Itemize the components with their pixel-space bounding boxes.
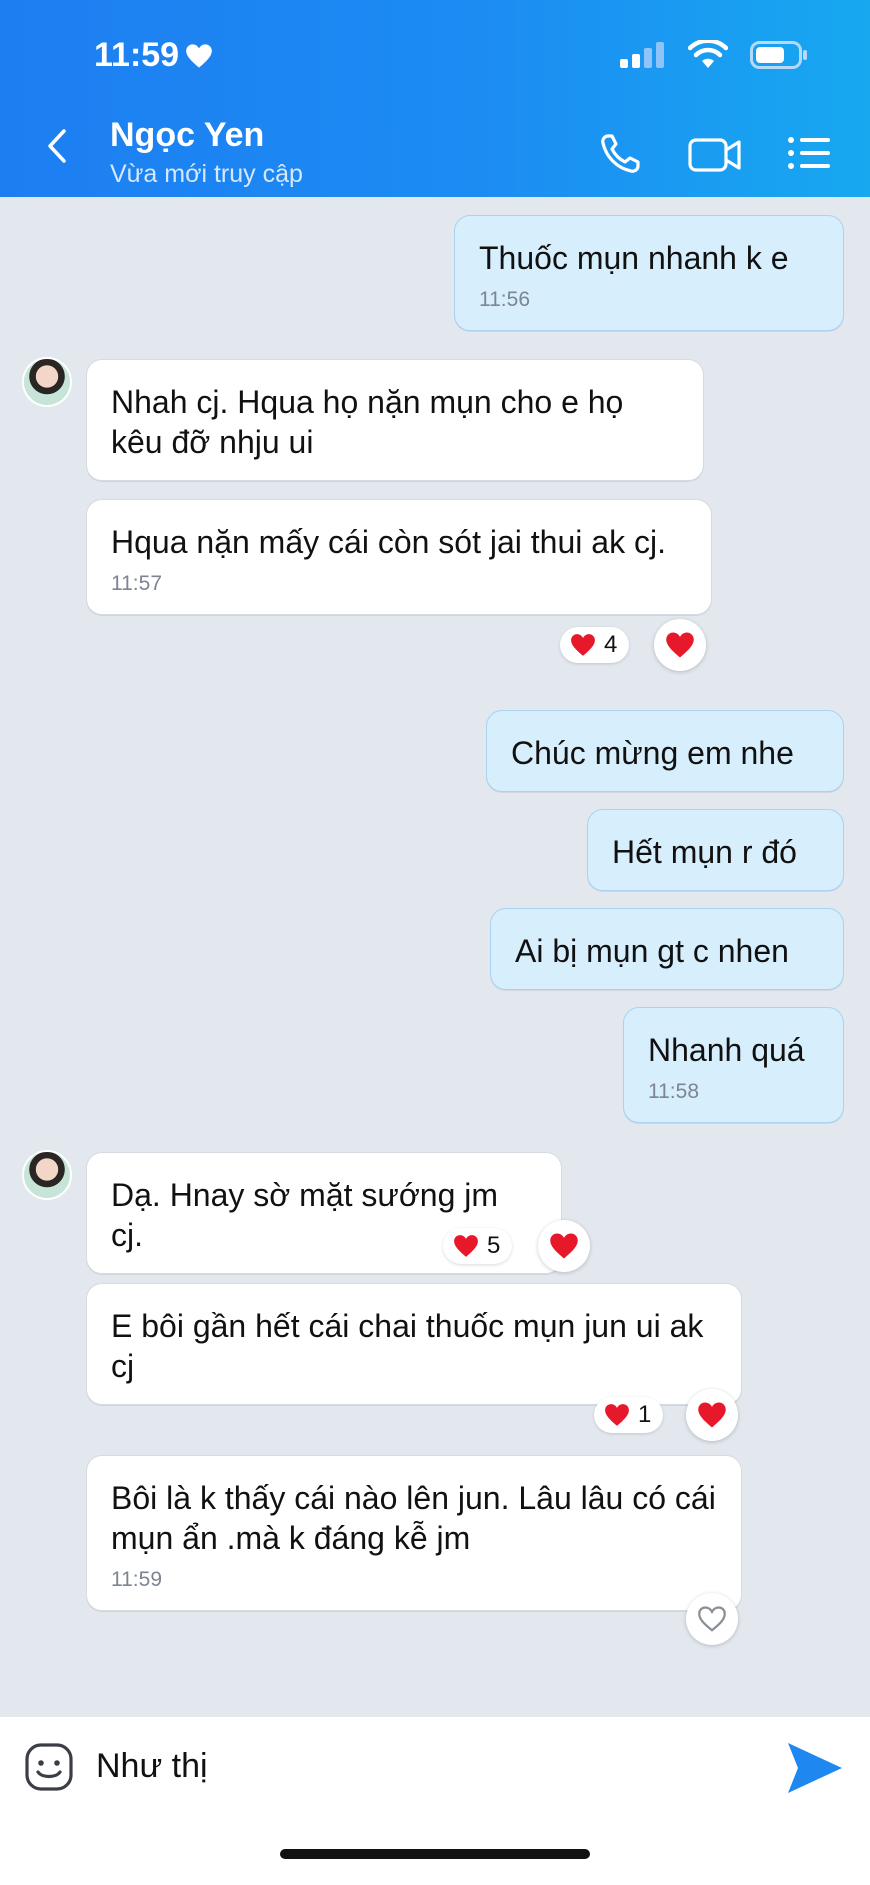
- message-composer: Như thị: [0, 1717, 870, 1885]
- react-button[interactable]: [686, 1389, 738, 1441]
- reaction-count: 4: [604, 631, 618, 658]
- signal-icon: [620, 42, 664, 68]
- heart-icon: [454, 1235, 478, 1257]
- home-indicator: [280, 1849, 590, 1859]
- heart-icon: [605, 1404, 629, 1426]
- contact-name[interactable]: Ngọc Yen: [110, 116, 264, 155]
- message-bubble-outgoing[interactable]: Chúc mừng em nhe: [486, 710, 844, 792]
- heart-icon: [571, 634, 595, 656]
- message-text: Hết mụn r đó: [612, 834, 797, 870]
- message-bubble-outgoing[interactable]: Thuốc mụn nhanh k e 11:56: [454, 215, 844, 331]
- status-time-text: 11:59: [94, 36, 180, 74]
- message-bubble-outgoing[interactable]: Nhanh quá 11:58: [623, 1007, 844, 1123]
- react-button[interactable]: [654, 619, 706, 671]
- reaction-summary[interactable]: 4: [560, 627, 630, 663]
- emoji-icon[interactable]: [24, 1742, 74, 1792]
- heart-icon: [186, 43, 212, 68]
- message-input[interactable]: Như thị: [96, 1747, 208, 1786]
- reaction-summary[interactable]: 5: [443, 1228, 513, 1264]
- message-bubble-incoming[interactable]: Nhah cj. Hqua họ nặn mụn cho e họ kêu đỡ…: [86, 359, 704, 481]
- message-bubble-outgoing[interactable]: Ai bị mụn gt c nhen: [490, 908, 844, 990]
- send-icon[interactable]: [784, 1739, 844, 1797]
- message-time: 11:56: [479, 288, 530, 311]
- battery-icon: [750, 41, 807, 69]
- react-button[interactable]: [538, 1220, 590, 1272]
- message-bubble-incoming[interactable]: Hqua nặn mấy cái còn sót jai thui ak cj.…: [86, 499, 712, 615]
- menu-icon[interactable]: [786, 132, 834, 176]
- message-text: Nhah cj. Hqua họ nặn mụn cho e họ kêu đỡ…: [111, 384, 624, 460]
- message-bubble-incoming[interactable]: Bôi là k thấy cái nào lên jun. Lâu lâu c…: [86, 1455, 742, 1611]
- message-text: Thuốc mụn nhanh k e: [479, 240, 789, 276]
- video-icon[interactable]: [688, 132, 742, 176]
- react-button[interactable]: [686, 1593, 738, 1645]
- heart-icon: [666, 632, 694, 658]
- chat-header: 11:59 Ngọc Yen Vừa mới truy cập: [0, 0, 870, 197]
- status-indicators: [620, 40, 808, 70]
- message-list[interactable]: Thuốc mụn nhanh k e 11:56 Nhah cj. Hqua …: [0, 197, 870, 1717]
- message-text: E bôi gần hết cái chai thuốc mụn jun ui …: [111, 1308, 704, 1384]
- message-text: Hqua nặn mấy cái còn sót jai thui ak cj.: [111, 524, 666, 560]
- heart-outline-icon: [698, 1606, 726, 1632]
- status-time: 11:59: [94, 36, 213, 75]
- message-time: 11:57: [111, 572, 162, 595]
- message-text: Ai bị mụn gt c nhen: [515, 933, 789, 969]
- message-bubble-outgoing[interactable]: Hết mụn r đó: [587, 809, 844, 891]
- message-text: Nhanh quá: [648, 1032, 805, 1068]
- message-text: Chúc mừng em nhe: [511, 735, 794, 771]
- avatar[interactable]: [22, 357, 72, 407]
- contact-status: Vừa mới truy cập: [110, 160, 303, 188]
- reaction-count: 5: [487, 1232, 501, 1259]
- phone-icon[interactable]: [598, 132, 646, 176]
- reaction-count: 1: [638, 1401, 652, 1428]
- wifi-icon: [688, 40, 728, 68]
- message-text: Bôi là k thấy cái nào lên jun. Lâu lâu c…: [111, 1480, 716, 1556]
- reaction-summary[interactable]: 1: [594, 1397, 664, 1433]
- message-time: 11:58: [648, 1080, 699, 1103]
- message-time: 11:59: [111, 1568, 162, 1591]
- back-icon[interactable]: [40, 128, 76, 164]
- heart-icon: [550, 1233, 578, 1259]
- avatar[interactable]: [22, 1150, 72, 1200]
- heart-icon: [698, 1402, 726, 1428]
- message-bubble-incoming[interactable]: E bôi gần hết cái chai thuốc mụn jun ui …: [86, 1283, 742, 1405]
